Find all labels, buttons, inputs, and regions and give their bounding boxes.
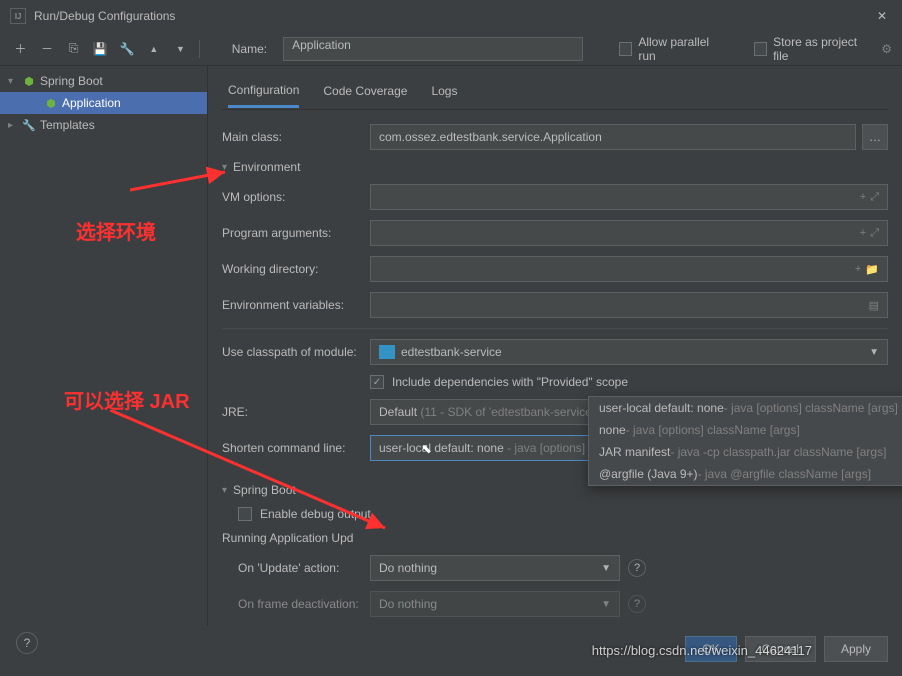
enable-debug-label: Enable debug output [260, 507, 371, 521]
titlebar: IJ Run/Debug Configurations ✕ [0, 0, 902, 32]
program-args-input[interactable]: +⤢ [370, 220, 888, 246]
name-label: Name: [232, 42, 267, 56]
working-dir-label: Working directory: [222, 262, 370, 276]
plus-icon[interactable]: + [860, 227, 866, 240]
tab-configuration[interactable]: Configuration [228, 75, 299, 108]
toolbar: ＋ － ⎘ 💾 🔧 ▲ ▼ Name: Application Allow pa… [0, 32, 902, 66]
wrench-icon: 🔧 [22, 118, 36, 132]
shorten-cmd-dropdown: user-local default: none - java [options… [588, 396, 902, 486]
main-class-input[interactable]: com.ossez.edtestbank.service.Application [370, 124, 856, 150]
divider [222, 328, 888, 329]
apply-button[interactable]: Apply [824, 636, 888, 662]
close-icon[interactable]: ✕ [872, 6, 892, 26]
dropdown-option-jar[interactable]: JAR manifest - java -cp classpath.jar cl… [589, 441, 902, 463]
update-action-label: On 'Update' action: [238, 561, 370, 575]
folder-icon[interactable]: 📁 [865, 263, 879, 276]
plus-icon[interactable]: + [860, 191, 866, 204]
dialog-buttons: OK Cancel Apply [685, 636, 888, 662]
vm-options-label: VM options: [222, 190, 370, 204]
tab-code-coverage[interactable]: Code Coverage [323, 76, 407, 106]
remove-icon[interactable]: － [37, 38, 58, 60]
jre-label: JRE: [222, 405, 370, 419]
tab-bar: Configuration Code Coverage Logs [222, 72, 888, 110]
add-icon[interactable]: ＋ [10, 38, 31, 60]
down-icon[interactable]: ▼ [170, 38, 191, 60]
browse-class-button[interactable]: … [862, 124, 888, 150]
config-panel: Configuration Code Coverage Logs Main cl… [208, 66, 902, 626]
expand-icon[interactable]: ⤢ [870, 191, 879, 204]
spring-icon: ⬢ [44, 96, 58, 110]
vm-options-input[interactable]: +⤢ [370, 184, 888, 210]
app-icon: IJ [10, 8, 26, 24]
tree-templates[interactable]: 🔧 Templates [0, 114, 207, 136]
classpath-label: Use classpath of module: [222, 345, 370, 359]
expand-icon[interactable]: ⤢ [870, 227, 879, 240]
enable-debug-checkbox[interactable] [238, 507, 252, 521]
toolbar-separator [199, 40, 200, 58]
spring-icon: ⬢ [22, 74, 36, 88]
cancel-button[interactable]: Cancel [745, 636, 816, 662]
frame-deactivation-select[interactable]: Do nothing▼ [370, 591, 620, 617]
program-args-label: Program arguments: [222, 226, 370, 240]
wrench-icon[interactable]: 🔧 [117, 38, 138, 60]
name-input[interactable]: Application [283, 37, 583, 61]
store-project-check[interactable]: Store as project file [754, 35, 869, 63]
help-icon[interactable]: ? [628, 595, 646, 613]
help-button[interactable]: ? [16, 632, 38, 654]
tab-logs[interactable]: Logs [431, 76, 457, 106]
working-dir-input[interactable]: +📁 [370, 256, 888, 282]
classpath-select[interactable]: edtestbank-service ▼ [370, 339, 888, 365]
dropdown-option-none[interactable]: none - java [options] className [args] [589, 419, 902, 441]
dropdown-option-argfile[interactable]: @argfile (Java 9+) - java @argfile class… [589, 463, 902, 485]
window-title: Run/Debug Configurations [34, 9, 872, 23]
main-area: ⬢ Spring Boot ⬢ Application 🔧 Templates … [0, 66, 902, 626]
allow-parallel-check[interactable]: Allow parallel run [619, 35, 724, 63]
env-section-header[interactable]: Environment [222, 160, 888, 174]
ok-button[interactable]: OK [685, 636, 736, 662]
checkbox-icon [754, 42, 767, 56]
save-icon[interactable]: 💾 [90, 38, 111, 60]
gear-icon[interactable]: ⚙ [881, 42, 892, 56]
list-icon[interactable]: ▤ [869, 299, 879, 312]
config-tree: ⬢ Spring Boot ⬢ Application 🔧 Templates [0, 66, 208, 626]
include-deps-checkbox[interactable]: ✓ [370, 375, 384, 389]
tree-spring-boot[interactable]: ⬢ Spring Boot [0, 70, 207, 92]
checkbox-icon [619, 42, 632, 56]
env-vars-label: Environment variables: [222, 298, 370, 312]
shorten-cmd-label: Shorten command line: [222, 441, 370, 455]
config-form: Main class: com.ossez.edtestbank.service… [222, 110, 888, 617]
env-vars-input[interactable]: ▤ [370, 292, 888, 318]
help-icon[interactable]: ? [628, 559, 646, 577]
update-action-select[interactable]: Do nothing▼ [370, 555, 620, 581]
tree-application[interactable]: ⬢ Application [0, 92, 207, 114]
frame-deactivation-label: On frame deactivation: [238, 597, 370, 611]
running-update-label: Running Application Upd [222, 531, 888, 545]
include-deps-label: Include dependencies with "Provided" sco… [392, 375, 628, 389]
module-icon [379, 345, 395, 359]
up-icon[interactable]: ▲ [143, 38, 164, 60]
copy-icon[interactable]: ⎘ [63, 38, 84, 60]
plus-icon[interactable]: + [855, 263, 861, 276]
dropdown-option-default[interactable]: user-local default: none - java [options… [589, 397, 902, 419]
main-class-label: Main class: [222, 130, 370, 144]
